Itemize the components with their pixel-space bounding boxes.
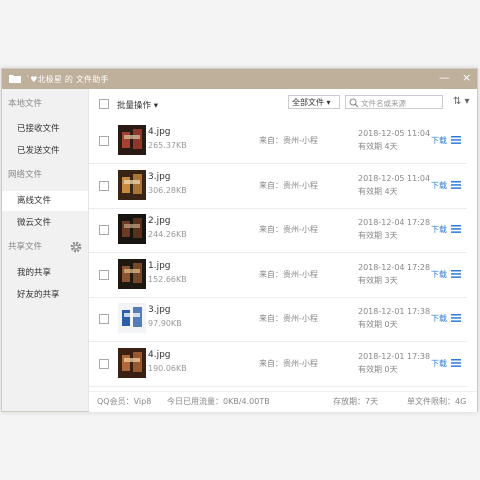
title-bar[interactable]: `♥北极星 的 文件助手 — × [2, 69, 477, 89]
file-checkbox[interactable] [99, 358, 109, 369]
menu-icon[interactable] [451, 225, 461, 233]
file-expiry: 有效期 4天 [358, 142, 398, 151]
file-name[interactable]: 4.jpg [148, 127, 171, 137]
file-date: 2018-12-04 17:28 [358, 218, 431, 227]
download-button[interactable]: 下载 [431, 269, 447, 280]
retention-status: 存放期：7天 [333, 397, 379, 406]
file-size: 244.26KB [148, 230, 187, 239]
download-button[interactable]: 下载 [431, 358, 447, 369]
file-expiry: 有效期 0天 [358, 364, 398, 374]
file-source: 来自：贵州-小程 [259, 180, 318, 190]
file-assistant-window: `♥北极星 的 文件助手 — × 本地文件 已接收文件 已发送文件 网络文件 离… [1, 68, 478, 412]
scrollbar[interactable] [469, 119, 475, 389]
file-name[interactable]: 1.jpg [148, 261, 171, 271]
sidebar-item-sent[interactable]: 已发送文件 [2, 141, 88, 161]
file-row[interactable]: 2.jpg 244.26KB 来自：贵州-小程 2018-12-04 17:28 有效期… [89, 208, 467, 253]
file-source: 来自：贵州-小程 [259, 314, 318, 323]
file-size: 190.06KB [148, 363, 187, 373]
file-date: 2018-12-05 11:04 [358, 173, 431, 183]
file-source: 来自：贵州-小程 [259, 358, 318, 368]
file-source: 来自：贵州-小程 [259, 136, 318, 145]
file-thumbnail [118, 169, 146, 200]
sidebar-item-received[interactable]: 已接收文件 [2, 119, 88, 139]
file-thumbnail [118, 125, 146, 155]
select-all-checkbox[interactable] [99, 99, 109, 109]
download-button[interactable]: 下载 [431, 180, 447, 191]
file-row[interactable]: 3.jpg 306.28KB 来自：贵州-小程 2018-12-05 11:04 有效期… [89, 164, 467, 209]
file-expiry: 有效期 3天 [358, 231, 398, 240]
file-limit-status: 单文件限制：4G [407, 397, 467, 406]
file-checkbox[interactable] [99, 225, 109, 235]
search-placeholder: 文件名或来源 [361, 99, 406, 108]
status-bar: QQ会员：Vip8 今日已用流量：0KB/4.00TB 存放期：7天 单文件限制… [89, 391, 477, 412]
file-thumbnail [118, 214, 146, 244]
menu-icon[interactable] [451, 314, 461, 322]
file-size: 306.28KB [148, 185, 187, 195]
file-name[interactable]: 2.jpg [148, 216, 171, 226]
file-date: 2018-12-01 17:38 [358, 351, 431, 361]
file-row[interactable]: 4.jpg 190.06KB 来自：贵州-小程 2018-12-01 17:38 有效期… [89, 342, 467, 387]
file-date: 2018-12-05 11:04 [358, 129, 431, 138]
sort-button[interactable]: ⇅ ▾ [453, 96, 470, 107]
file-thumbnail [118, 303, 146, 333]
file-size: 152.66KB [148, 274, 187, 284]
window-title: `♥北极星 的 文件助手 [26, 75, 109, 84]
gear-icon[interactable] [70, 241, 82, 253]
file-checkbox[interactable] [99, 269, 109, 280]
file-thumbnail [118, 347, 146, 378]
search-icon [349, 98, 359, 108]
file-date: 2018-12-01 17:38 [358, 307, 431, 316]
sidebar: 本地文件 已接收文件 已发送文件 网络文件 离线文件 微云文件 共享文件 我的共… [2, 89, 89, 411]
minimize-button[interactable]: — [439, 72, 450, 84]
main-panel: 批量操作 ▾ 全部文件 ▾ 文件名或来源 ⇅ ▾ 4.jpg 265.37KB 来自… [89, 89, 477, 412]
sidebar-item-weiyun[interactable]: 微云文件 [2, 213, 88, 233]
file-size: 97.90KB [148, 319, 182, 328]
file-name[interactable]: 4.jpg [148, 350, 171, 360]
file-source: 来自：贵州-小程 [259, 269, 318, 279]
sidebar-header-network: 网络文件 [8, 170, 43, 180]
download-button[interactable]: 下载 [431, 224, 447, 235]
sidebar-item-my-shares[interactable]: 我的共享 [2, 263, 88, 283]
file-date: 2018-12-04 17:28 [358, 262, 431, 272]
file-thumbnail [118, 258, 146, 289]
download-button[interactable]: 下载 [431, 135, 447, 146]
file-checkbox[interactable] [99, 180, 109, 191]
menu-icon[interactable] [451, 180, 461, 189]
file-filter-dropdown[interactable]: 全部文件 ▾ [288, 95, 340, 109]
file-expiry: 有效期 3天 [358, 275, 398, 285]
file-checkbox[interactable] [99, 314, 109, 324]
file-size: 265.37KB [148, 141, 187, 150]
batch-operation-menu[interactable]: 批量操作 ▾ [117, 99, 158, 111]
toolbar: 批量操作 ▾ 全部文件 ▾ 文件名或来源 ⇅ ▾ [89, 89, 477, 119]
menu-icon[interactable] [451, 136, 461, 144]
menu-icon[interactable] [451, 269, 461, 278]
menu-icon[interactable] [451, 358, 461, 367]
file-row[interactable]: 3.jpg 97.90KB 来自：贵州-小程 2018-12-01 17:38 有效期 … [89, 297, 467, 342]
file-name[interactable]: 3.jpg [148, 172, 171, 182]
file-name[interactable]: 3.jpg [148, 305, 171, 315]
file-expiry: 有效期 0天 [358, 320, 398, 329]
file-row[interactable]: 1.jpg 152.66KB 来自：贵州-小程 2018-12-04 17:28 有效期… [89, 253, 467, 298]
file-checkbox[interactable] [99, 136, 109, 146]
download-button[interactable]: 下载 [431, 313, 447, 324]
file-expiry: 有效期 4天 [358, 186, 398, 196]
traffic-status: 今日已用流量：0KB/4.00TB [167, 397, 270, 406]
close-button[interactable]: × [462, 72, 471, 84]
sidebar-header-local: 本地文件 [8, 99, 43, 109]
file-row[interactable]: 4.jpg 265.37KB 来自：贵州-小程 2018-12-05 11:04 有效期… [89, 119, 467, 164]
member-status: QQ会员：Vip8 [97, 397, 152, 406]
sidebar-item-offline[interactable]: 离线文件 [2, 191, 88, 211]
search-box[interactable]: 文件名或来源 [345, 95, 443, 109]
folder-icon [9, 75, 21, 83]
file-source: 来自：贵州-小程 [259, 225, 318, 234]
sidebar-item-friend-shares[interactable]: 好友的共享 [2, 285, 88, 305]
